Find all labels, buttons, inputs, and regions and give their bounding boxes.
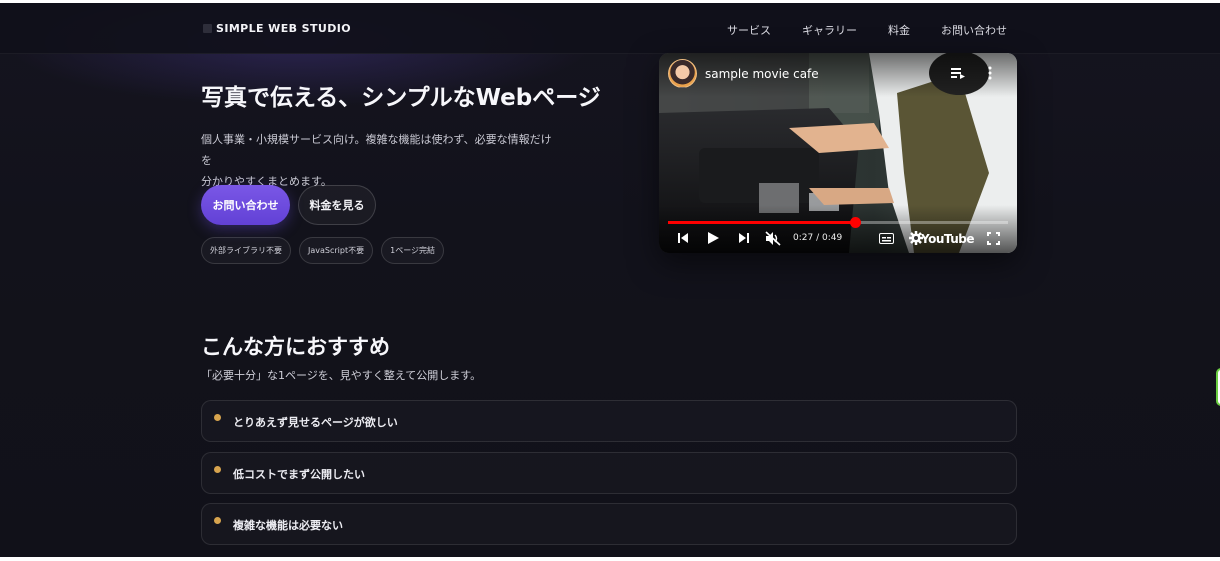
main-nav: サービス ギャラリー 料金 お問い合わせ — [727, 22, 1007, 38]
recommend-title: こんな方におすすめ — [201, 335, 390, 359]
channel-avatar[interactable] — [668, 59, 697, 88]
bullet-dot-icon — [214, 517, 221, 524]
brand[interactable]: SIMPLE WEB STUDIO — [203, 22, 351, 35]
tag-single-page: 1ページ完結 — [381, 237, 445, 264]
hero-title: 写真で伝える、シンプルなWebページ — [201, 85, 601, 111]
recommend-item: 複雑な機能は必要ない — [201, 503, 1017, 545]
recommend-item: 低コストでまず公開したい — [201, 452, 1017, 494]
view-pricing-button[interactable]: 料金を見る — [298, 185, 376, 225]
bullet-dot-icon — [214, 414, 221, 421]
page-frame: SIMPLE WEB STUDIO サービス ギャラリー 料金 お問い合わせ 写… — [0, 3, 1220, 557]
side-widget-tab[interactable] — [1216, 368, 1220, 406]
recommend-item-label: 複雑な機能は必要ない — [233, 519, 343, 532]
youtube-logo[interactable]: YouTube — [921, 232, 975, 246]
recommend-item-label: 低コストでまず公開したい — [233, 468, 365, 481]
play-icon[interactable] — [705, 230, 721, 246]
previous-icon[interactable] — [676, 230, 690, 246]
brand-name: SIMPLE WEB STUDIO — [216, 22, 351, 35]
recommend-item-label: とりあえず見せるページが欲しい — [233, 416, 398, 429]
subtitles-icon[interactable] — [878, 230, 895, 246]
video-time: 0:27 / 0:49 — [793, 233, 843, 243]
nav-item-pricing[interactable]: 料金 — [888, 22, 910, 38]
tag-no-javascript: JavaScript不要 — [299, 237, 374, 264]
more-icon[interactable] — [987, 66, 993, 80]
mute-icon[interactable] — [763, 230, 783, 246]
playlist-icon[interactable] — [951, 68, 965, 79]
nav-item-contact[interactable]: お問い合わせ — [941, 22, 1007, 38]
next-icon[interactable] — [737, 230, 751, 246]
nav-item-gallery[interactable]: ギャラリー — [802, 22, 857, 38]
site-header: SIMPLE WEB STUDIO サービス ギャラリー 料金 お問い合わせ — [0, 3, 1220, 54]
bullet-dot-icon — [214, 466, 221, 473]
nav-item-services[interactable]: サービス — [727, 22, 771, 38]
video-player[interactable]: sample movie cafe 0:27 / 0:49 YouTube — [659, 53, 1017, 253]
feature-tags: 外部ライブラリ不要 JavaScript不要 1ページ完結 — [201, 237, 445, 264]
hero-description-line-1: 個人事業・小規模サービス向け。複雑な機能は使わず、必要な情報だけを — [201, 133, 552, 167]
fullscreen-icon[interactable] — [985, 230, 1001, 246]
recommend-item: とりあえず見せるページが欲しい — [201, 400, 1017, 442]
contact-button[interactable]: お問い合わせ — [201, 185, 290, 225]
hero-description: 個人事業・小規模サービス向け。複雑な機能は使わず、必要な情報だけを 分かりやすく… — [201, 129, 561, 192]
video-title[interactable]: sample movie cafe — [705, 67, 819, 81]
brand-logo-icon — [203, 24, 212, 33]
tag-no-external-library: 外部ライブラリ不要 — [201, 237, 291, 264]
progress-bar[interactable] — [668, 217, 1008, 228]
recommend-subtitle: 「必要十分」な1ページを、見やすく整えて公開します。 — [201, 369, 482, 382]
progress-fill — [668, 221, 856, 224]
